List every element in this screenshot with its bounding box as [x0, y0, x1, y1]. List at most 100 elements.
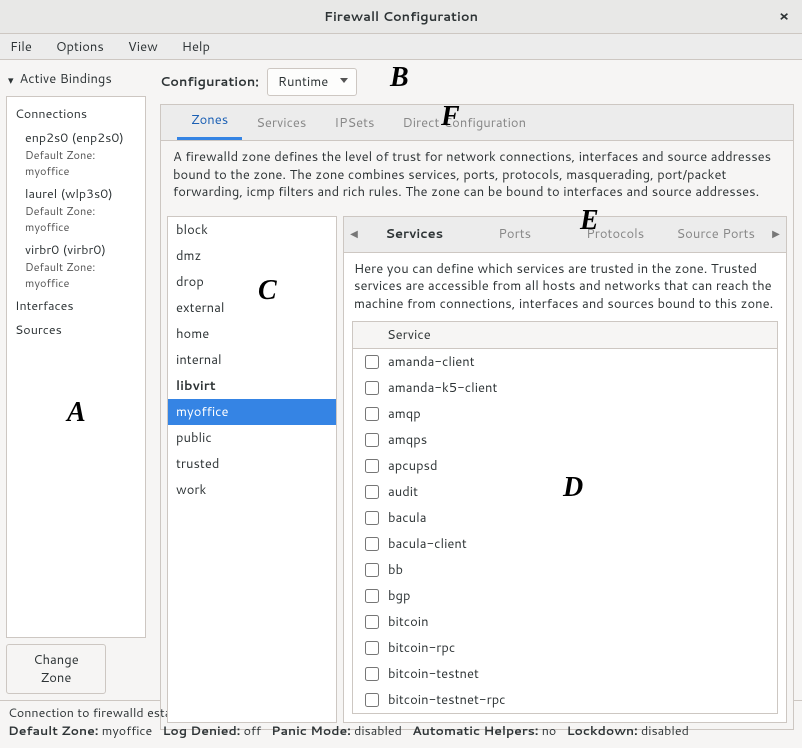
config-row: Configuration: Runtime B — [160, 68, 794, 104]
zone-item[interactable]: block — [168, 217, 336, 243]
tab-direct[interactable]: Direct Configuration — [389, 106, 541, 140]
zone-item[interactable]: libvirt — [168, 373, 336, 399]
service-row[interactable]: bitcoin-testnet-rpc — [353, 687, 777, 713]
service-checkbox[interactable] — [365, 641, 379, 655]
tab-services[interactable]: Services — [242, 106, 320, 140]
service-row[interactable]: bitcoin-rpc — [353, 635, 777, 661]
change-zone-button[interactable]: Change Zone — [6, 644, 106, 694]
menu-view[interactable]: View — [122, 36, 164, 58]
service-checkbox[interactable] — [365, 537, 379, 551]
connection-sub: Default Zone: myoffice — [11, 147, 141, 183]
service-checkbox[interactable] — [365, 563, 379, 577]
zone-item[interactable]: dmz — [168, 243, 336, 269]
bindings-panel: Connections enp2s0 (enp2s0) Default Zone… — [6, 96, 146, 638]
scroll-right-icon[interactable]: ▶ — [766, 227, 786, 241]
connection-item[interactable]: laurel (wlp3s0) — [11, 183, 141, 203]
menu-file[interactable]: File — [4, 36, 38, 58]
service-name: bitcoin-testnet-rpc — [388, 691, 506, 709]
status-lockdown-value: disabled — [641, 722, 689, 740]
zones-description: A firewalld zone defines the level of tr… — [161, 141, 793, 210]
status-default-zone-label: Default Zone: — [8, 722, 98, 740]
zone-item[interactable]: home — [168, 321, 336, 347]
connection-item[interactable]: enp2s0 (enp2s0) — [11, 127, 141, 147]
service-row[interactable]: amqps — [353, 427, 777, 453]
zone-item[interactable]: drop — [168, 269, 336, 295]
service-checkbox[interactable] — [365, 355, 379, 369]
subtab-services[interactable]: Services — [364, 217, 465, 251]
service-name: bitcoin-rpc — [388, 639, 455, 657]
menu-options[interactable]: Options — [50, 36, 110, 58]
zone-item[interactable]: trusted — [168, 451, 336, 477]
section-sources[interactable]: Sources — [11, 319, 141, 343]
subtab-ports[interactable]: Ports — [465, 217, 566, 251]
subtab-source-ports[interactable]: Source Ports — [666, 217, 767, 251]
status-panic-label: Panic Mode: — [271, 722, 350, 740]
chevron-down-icon: ▾ — [8, 72, 14, 88]
status-default-zone-value: myoffice — [102, 722, 153, 740]
status-autohelpers-label: Automatic Helpers: — [412, 722, 538, 740]
close-icon[interactable]: × — [774, 6, 794, 26]
annotation-a: A — [67, 397, 86, 429]
status-log-denied-label: Log Denied: — [163, 722, 241, 740]
services-rows[interactable]: amanda-clientamanda-k5-client amqp amqps ap… — [353, 349, 777, 713]
service-row[interactable]: amanda-k5-client — [353, 375, 777, 401]
config-combo[interactable]: Runtime — [267, 68, 357, 96]
services-table: Service amanda-clientamanda-k5-client amq… — [352, 321, 778, 714]
service-checkbox[interactable] — [365, 433, 379, 447]
service-row[interactable]: bitcoin — [353, 609, 777, 635]
services-table-header: Service — [353, 322, 777, 349]
titlebar: Firewall Configuration × — [0, 0, 802, 34]
tab-zones[interactable]: Zones — [177, 103, 242, 140]
section-interfaces[interactable]: Interfaces — [11, 295, 141, 319]
zone-item[interactable]: external — [168, 295, 336, 321]
zone-item[interactable]: internal — [168, 347, 336, 373]
connection-item[interactable]: virbr0 (virbr0) — [11, 239, 141, 259]
service-row[interactable]: bb — [353, 557, 777, 583]
tab-ipsets[interactable]: IPSets — [320, 106, 388, 140]
zone-list[interactable]: block dmz drop external home internal li… — [167, 216, 337, 724]
annotation-b: B — [390, 62, 409, 94]
service-name: bitcoin — [388, 613, 429, 631]
service-checkbox[interactable] — [365, 615, 379, 629]
subtab-protocols[interactable]: Protocols — [565, 217, 666, 251]
zone-item-selected[interactable]: myoffice — [168, 399, 336, 425]
service-checkbox[interactable] — [365, 667, 379, 681]
sidebar: ▾ Active Bindings Connections enp2s0 (en… — [0, 60, 152, 700]
service-name: bacula — [388, 509, 427, 527]
service-row[interactable]: apcupsd — [353, 453, 777, 479]
status-panic-value: disabled — [354, 722, 402, 740]
service-name: amqp — [388, 405, 421, 423]
service-row[interactable]: amanda-client — [353, 349, 777, 375]
window-title: Firewall Configuration — [324, 8, 478, 26]
service-checkbox[interactable] — [365, 693, 379, 707]
connection-sub: Default Zone: myoffice — [11, 259, 141, 295]
service-checkbox[interactable] — [365, 485, 379, 499]
status-lockdown-label: Lockdown: — [567, 722, 638, 740]
zone-subtabs: ◀ Services Ports Protocols Source Ports … — [344, 217, 786, 253]
zone-detail: ◀ Services Ports Protocols Source Ports … — [343, 216, 787, 724]
service-row[interactable]: bacula — [353, 505, 777, 531]
service-checkbox[interactable] — [365, 407, 379, 421]
service-row[interactable]: amqp — [353, 401, 777, 427]
service-name: amqps — [388, 431, 427, 449]
service-checkbox[interactable] — [365, 589, 379, 603]
tabs: Zones Services IPSets Direct Configurati… — [161, 105, 793, 141]
connection-sub: Default Zone: myoffice — [11, 203, 141, 239]
service-checkbox[interactable] — [365, 381, 379, 395]
service-row[interactable]: bitcoin-testnet — [353, 661, 777, 687]
service-row[interactable]: bgp — [353, 583, 777, 609]
service-checkbox[interactable] — [365, 459, 379, 473]
service-checkbox[interactable] — [365, 511, 379, 525]
service-row[interactable]: audit — [353, 479, 777, 505]
status-log-denied-value: off — [244, 722, 261, 740]
main: Configuration: Runtime B Zones Services … — [152, 60, 802, 700]
service-row[interactable]: bacula-client — [353, 531, 777, 557]
zone-item[interactable]: public — [168, 425, 336, 451]
zone-item[interactable]: work — [168, 477, 336, 503]
section-connections[interactable]: Connections — [11, 103, 141, 127]
services-description: Here you can define which services are t… — [344, 253, 786, 322]
service-name: bb — [388, 561, 403, 579]
sidebar-header[interactable]: ▾ Active Bindings — [6, 66, 146, 96]
scroll-left-icon[interactable]: ◀ — [344, 227, 364, 241]
menu-help[interactable]: Help — [176, 36, 216, 58]
